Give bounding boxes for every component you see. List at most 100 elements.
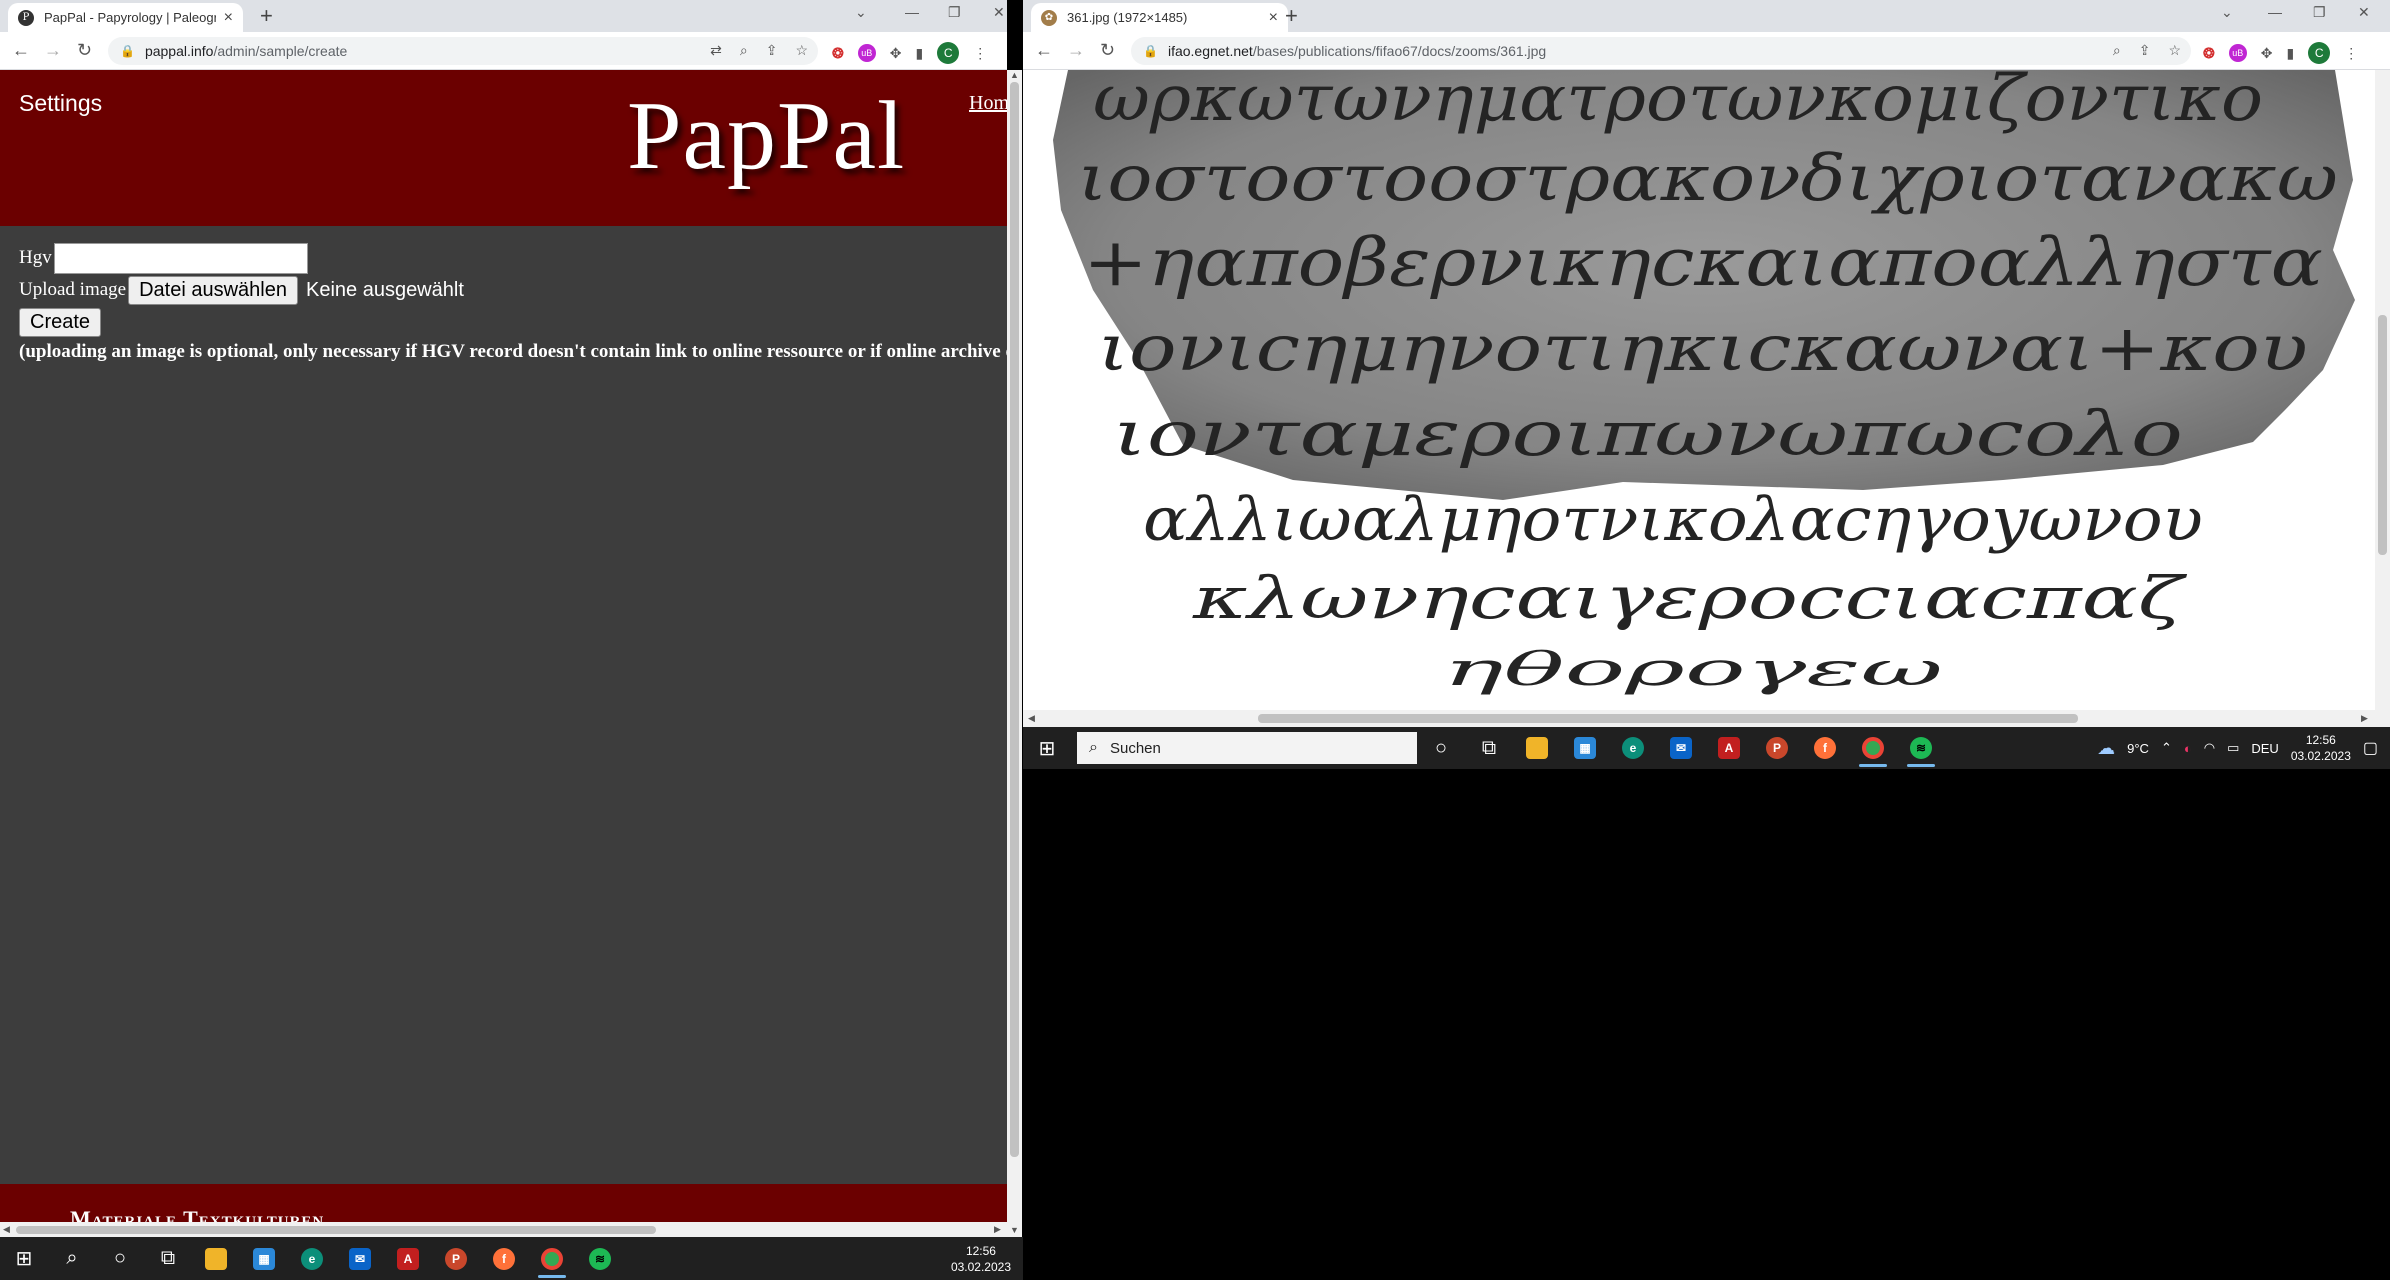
left-clock[interactable]: 12:56 03.02.2023 [951, 1243, 1011, 1275]
tab-image[interactable]: ✿ 361.jpg (1972×1485) × [1031, 3, 1288, 32]
scroll-down-arrow-icon[interactable]: ▼ [1010, 1225, 1019, 1235]
pappal-page: Settings PapPal Home Hgv Upload image Da… [0, 70, 1007, 1237]
mail-icon[interactable]: ✉ [1657, 727, 1705, 769]
forward-icon[interactable]: → [44, 40, 62, 60]
restore-icon[interactable]: ❐ [2313, 4, 2326, 21]
store-icon[interactable]: ▦ [240, 1237, 288, 1280]
scroll-left-arrow-icon[interactable]: ◀ [3, 1224, 10, 1235]
extensions-puzzle-icon[interactable]: ✥ [890, 45, 902, 62]
side-panel-icon[interactable]: ▮ [915, 45, 923, 62]
scroll-up-arrow-icon[interactable]: ▲ [1010, 70, 1019, 80]
right-vertical-scrollbar[interactable] [2375, 70, 2390, 727]
store-icon[interactable]: ▦ [1561, 727, 1609, 769]
right-horizontal-scrollbar[interactable]: ◀ ▶ [1023, 710, 2375, 727]
mail-icon[interactable]: ✉ [336, 1237, 384, 1280]
vertical-scroll-thumb[interactable] [2378, 315, 2387, 555]
new-tab-icon[interactable]: + [1285, 4, 1298, 28]
forward-icon[interactable]: → [1067, 40, 1085, 60]
chrome-icon[interactable] [1849, 727, 1897, 769]
left-toolbar: ← → ↻ 🔒 pappal.info/admin/sample/create … [0, 32, 1007, 70]
windows-start-icon[interactable]: ⊞ [1023, 727, 1071, 769]
minimize-icon[interactable]: — [2268, 4, 2282, 20]
windows-start-icon[interactable]: ⊞ [0, 1237, 48, 1280]
hgv-input[interactable] [53, 242, 308, 274]
address-bar[interactable]: 🔒 ifao.egnet.net/bases/publications/fifa… [1131, 37, 2191, 65]
bookmark-star-icon[interactable]: ☆ [795, 42, 808, 59]
file-explorer-icon[interactable] [192, 1237, 240, 1280]
tab-close-icon[interactable]: × [1269, 9, 1278, 27]
tray-network-icon[interactable]: ◐ [2184, 741, 2192, 756]
weather-cloud-icon[interactable]: ☁ [2097, 738, 2115, 759]
firefox-icon[interactable]: f [480, 1237, 528, 1280]
powerpoint-icon[interactable]: P [1753, 727, 1801, 769]
task-view-icon[interactable]: ⧉ [144, 1237, 192, 1280]
tab-search-icon[interactable]: ⌄ [855, 4, 867, 21]
battery-icon[interactable]: ▭ [2227, 740, 2239, 756]
extensions-puzzle-icon[interactable]: ✥ [2261, 45, 2273, 62]
tab-close-icon[interactable]: × [224, 9, 233, 27]
profile-avatar[interactable]: C [937, 42, 960, 64]
language-indicator[interactable]: DEU [2251, 741, 2278, 756]
horizontal-scroll-thumb[interactable] [1258, 714, 2078, 723]
close-window-icon[interactable]: ✕ [2358, 4, 2370, 21]
chrome-icon[interactable] [528, 1237, 576, 1280]
right-clock[interactable]: 12:56 03.02.2023 [2291, 732, 2351, 764]
ublock-icon[interactable]: uB [2228, 44, 2247, 62]
home-link[interactable]: Home [969, 92, 1007, 115]
taskbar-search-box[interactable]: ⌕ Suchen [1077, 732, 1417, 764]
create-button[interactable]: Create [19, 307, 102, 337]
menu-kebab-icon[interactable]: ⋮ [2344, 45, 2358, 62]
lock-icon: 🔒 [120, 44, 135, 58]
tab-pappal[interactable]: P PapPal - Papyrology | Paleography × [8, 3, 243, 32]
firefox-icon[interactable]: f [1801, 727, 1849, 769]
notification-icon[interactable]: ▢ [2363, 738, 2378, 758]
side-panel-icon[interactable]: ▮ [2286, 45, 2294, 62]
scroll-left-arrow-icon[interactable]: ◀ [1028, 713, 1035, 724]
profile-avatar[interactable]: C [2308, 42, 2331, 64]
scroll-right-arrow-icon[interactable]: ▶ [994, 1224, 1001, 1235]
search-icon[interactable]: ⌕ [48, 1237, 96, 1280]
scroll-right-arrow-icon[interactable]: ▶ [2361, 713, 2368, 724]
left-horizontal-scrollbar[interactable]: ◀ ▶ [0, 1222, 1007, 1237]
share-icon[interactable]: ⇪ [766, 42, 778, 59]
weather-temp[interactable]: 9°C [2127, 741, 2149, 756]
share-icon[interactable]: ⇪ [2139, 42, 2151, 59]
edge-icon[interactable]: e [288, 1237, 336, 1280]
zoom-icon[interactable]: ⌕ [2113, 42, 2121, 59]
new-tab-icon[interactable]: + [260, 4, 273, 28]
bookmark-star-icon[interactable]: ☆ [2168, 42, 2181, 59]
close-window-icon[interactable]: ✕ [993, 4, 1005, 21]
file-explorer-icon[interactable] [1513, 727, 1561, 769]
spotify-icon[interactable]: ≋ [1897, 727, 1945, 769]
reload-icon[interactable]: ↻ [77, 40, 92, 60]
left-vertical-scrollbar[interactable]: ▲ ▼ [1007, 70, 1022, 1237]
extension-red-icon[interactable]: ❂ [2203, 45, 2215, 62]
acrobat-icon[interactable]: A [384, 1237, 432, 1280]
minimize-icon[interactable]: — [905, 4, 919, 20]
tray-chevron-icon[interactable]: ⌃ [2161, 740, 2172, 756]
tab-search-icon[interactable]: ⌄ [2221, 4, 2233, 21]
acrobat-icon[interactable]: A [1705, 727, 1753, 769]
ublock-icon[interactable]: uB [857, 44, 876, 62]
horizontal-scroll-thumb[interactable] [16, 1226, 656, 1234]
task-view-icon[interactable]: ⧉ [1465, 727, 1513, 769]
extension-red-icon[interactable]: ❂ [832, 45, 844, 62]
wifi-icon[interactable]: ◠ [2204, 740, 2215, 756]
back-icon[interactable]: ← [12, 40, 30, 60]
translate-icon[interactable]: ⇄ [710, 42, 722, 59]
spotify-icon[interactable]: ≋ [576, 1237, 624, 1280]
pappal-logo: PapPal [627, 82, 906, 190]
reload-icon[interactable]: ↻ [1100, 40, 1115, 60]
back-icon[interactable]: ← [1035, 40, 1053, 60]
cortana-icon[interactable]: ○ [96, 1237, 144, 1280]
powerpoint-icon[interactable]: P [432, 1237, 480, 1280]
choose-file-button[interactable]: Datei auswählen [128, 275, 298, 305]
zoom-icon[interactable]: ⌕ [740, 42, 748, 59]
settings-link[interactable]: Settings [19, 90, 102, 117]
menu-kebab-icon[interactable]: ⋮ [973, 45, 987, 62]
address-bar[interactable]: 🔒 pappal.info/admin/sample/create ⇄ ⌕ ⇪ … [108, 37, 818, 65]
vertical-scroll-thumb[interactable] [1010, 82, 1019, 1157]
restore-icon[interactable]: ❐ [948, 4, 961, 21]
cortana-icon[interactable]: ○ [1417, 727, 1465, 769]
edge-icon[interactable]: e [1609, 727, 1657, 769]
